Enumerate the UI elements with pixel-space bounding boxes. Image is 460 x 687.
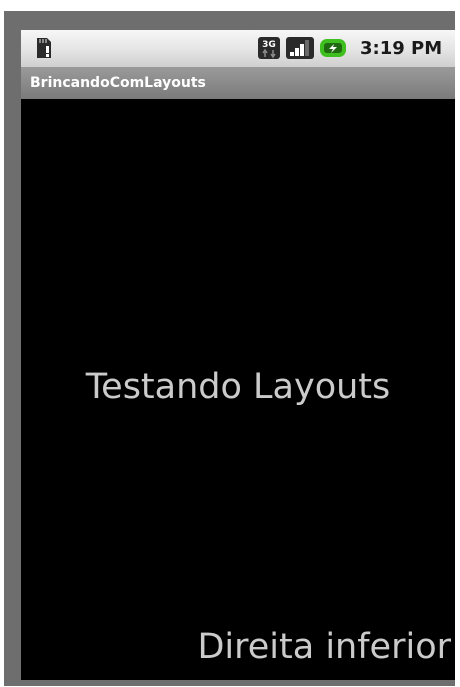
app-title: BrincandoComLayouts: [30, 75, 206, 91]
app-title-bar: BrincandoComLayouts: [21, 67, 455, 99]
signal-strength-icon: [286, 37, 314, 59]
3g-data-icon: 3G: [258, 37, 280, 59]
status-bar: 3G 3:19 PM: [21, 30, 455, 67]
phone-screen: 3G 3:19 PM BrincandoComLayouts Testando …: [21, 30, 455, 680]
battery-charging-icon: [320, 39, 346, 57]
sd-card-icon: [37, 38, 51, 58]
status-clock: 3:19 PM: [360, 38, 443, 59]
center-label: Testando Layouts: [85, 367, 391, 407]
3g-label: 3G: [262, 40, 276, 50]
bottom-right-label: Direita inferior: [197, 627, 451, 667]
